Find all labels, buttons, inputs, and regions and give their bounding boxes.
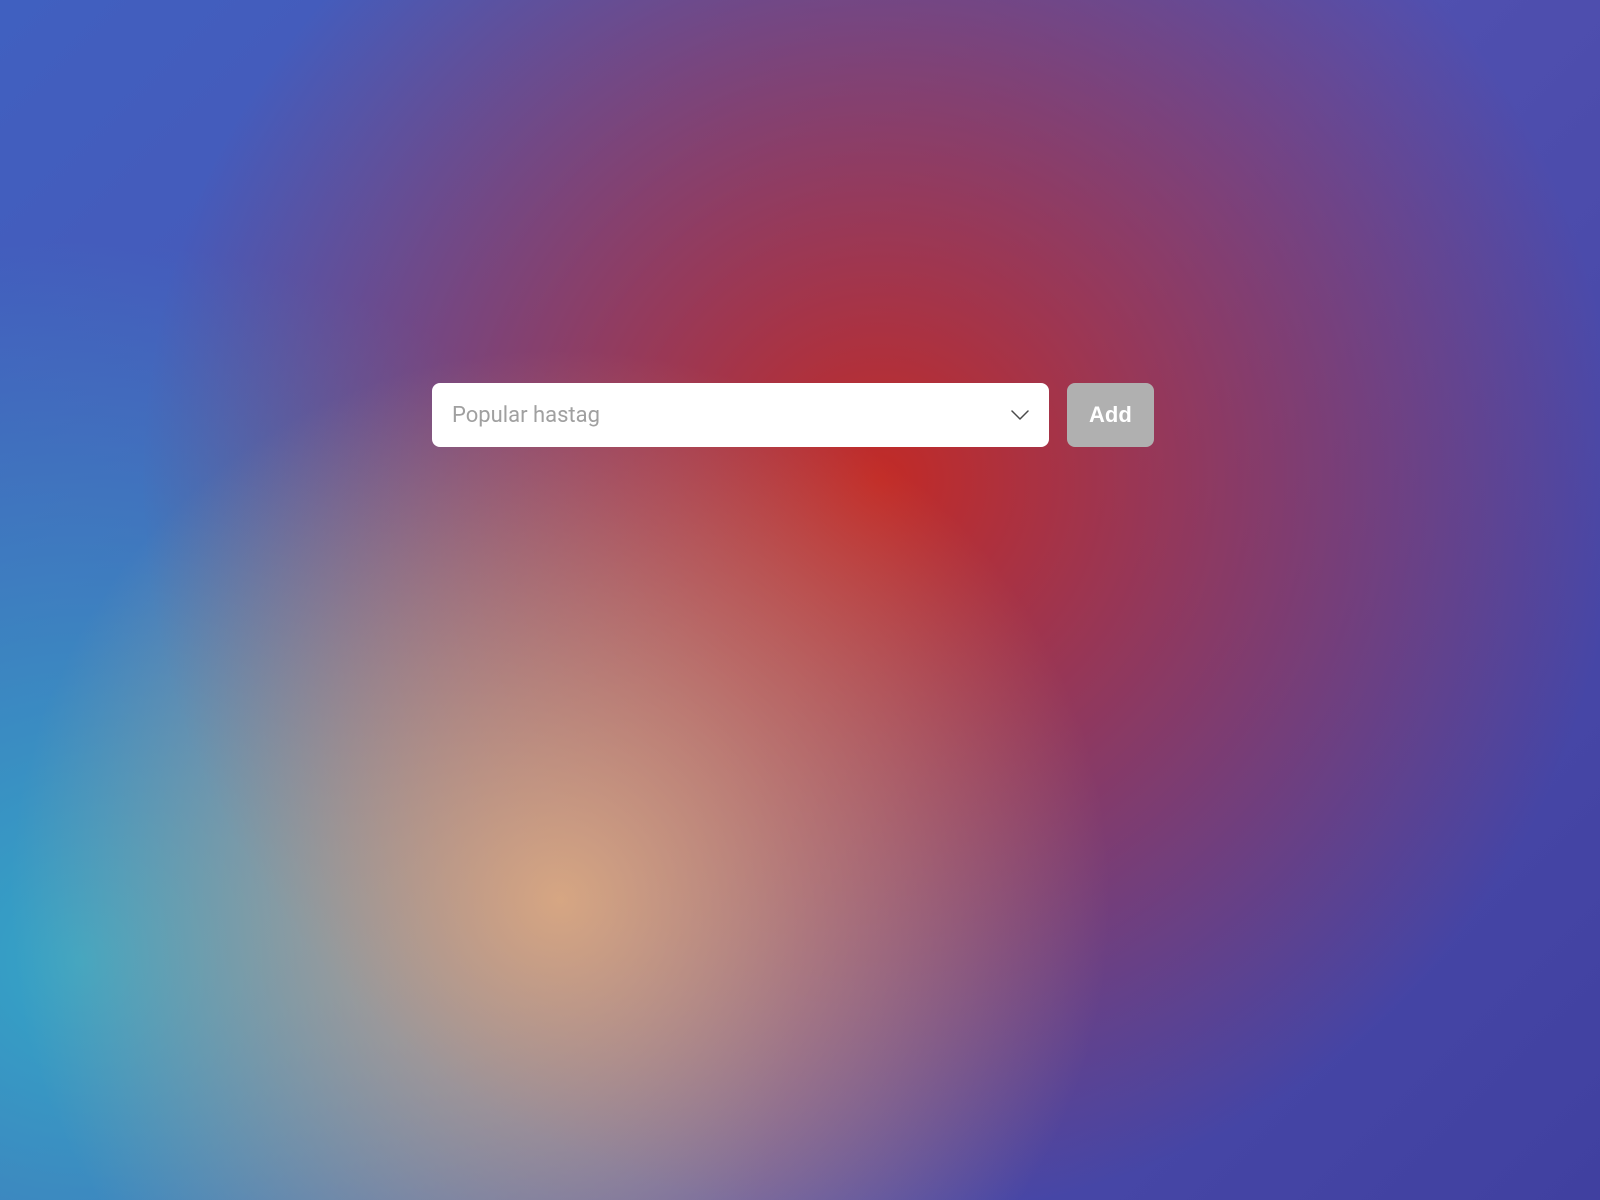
add-button[interactable]: Add xyxy=(1067,383,1154,447)
hashtag-select[interactable]: Popular hastag xyxy=(432,383,1049,447)
chevron-down-icon xyxy=(1011,406,1029,424)
select-placeholder: Popular hastag xyxy=(452,403,1011,428)
add-button-label: Add xyxy=(1089,402,1132,428)
hashtag-form: Popular hastag Add xyxy=(432,383,1154,447)
